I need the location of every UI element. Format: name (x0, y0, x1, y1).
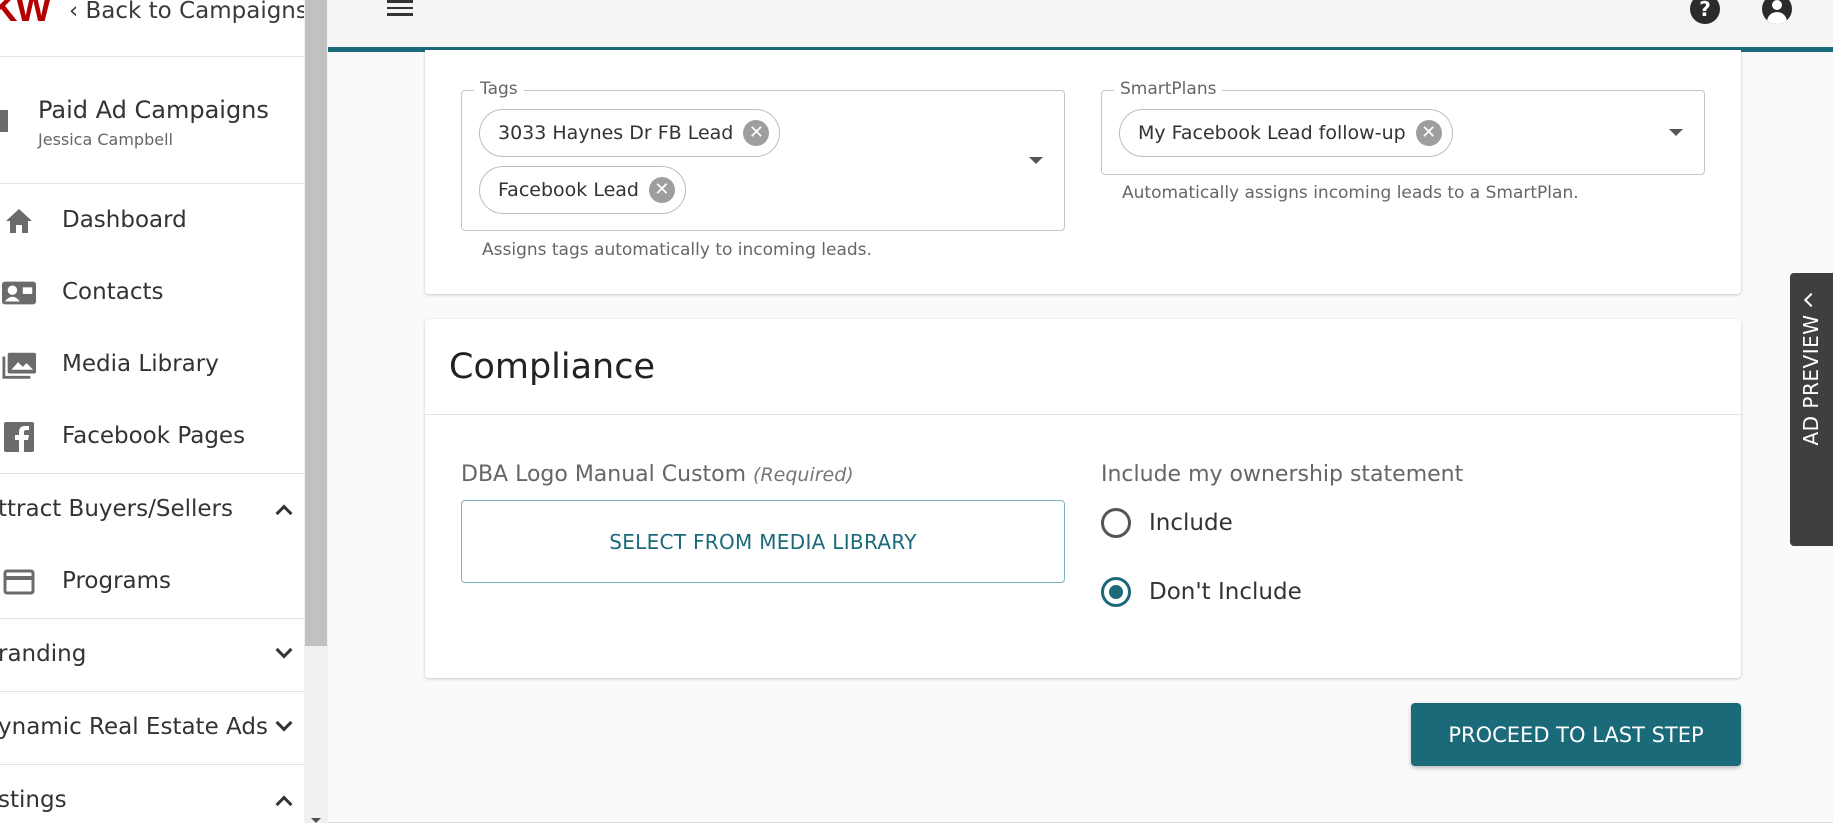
tags-helper-text: Assigns tags automatically to incoming l… (482, 240, 872, 260)
remove-chip-icon[interactable]: ✕ (743, 120, 770, 146)
chip-label: My Facebook Lead follow-up (1138, 122, 1406, 144)
sidebar: KW ‹ Back to Campaigns Paid Ad Campaigns… (0, 0, 304, 823)
sidebar-item-facebook-pages[interactable]: Facebook Pages (0, 401, 304, 473)
dont-include-radio-option[interactable]: Don't Include (1101, 572, 1302, 612)
ad-preview-tab[interactable]: AD PREVIEW (1790, 273, 1833, 546)
chevron-down-icon (275, 714, 293, 732)
help-icon[interactable]: ? (1690, 0, 1720, 24)
sidebar-item-label: Contacts (62, 279, 164, 305)
scroll-down-arrow-icon[interactable] (311, 818, 321, 823)
tag-chip: 3033 Haynes Dr FB Lead ✕ (479, 109, 781, 157)
photo-library-icon (2, 350, 36, 380)
credit-card-icon (2, 567, 36, 597)
menu-icon[interactable] (387, 0, 413, 16)
sidebar-item-label: Facebook Pages (62, 423, 246, 449)
sidebar-scrollbar-thumb[interactable] (305, 0, 327, 646)
dropdown-arrow-icon[interactable] (1669, 129, 1683, 136)
include-radio-option[interactable]: Include (1101, 503, 1233, 543)
campaign-header: Paid Ad Campaigns Jessica Campbell (0, 58, 304, 184)
sidebar-section-listings[interactable]: stings (0, 764, 304, 823)
campaign-owner: Jessica Campbell (38, 130, 173, 149)
compliance-title: Compliance (449, 347, 656, 387)
divider (425, 414, 1741, 415)
sidebar-item-label: Programs (62, 568, 172, 594)
select-from-media-library-button[interactable]: SELECT FROM MEDIA LIBRARY (461, 500, 1065, 583)
sidebar-item-contacts[interactable]: Contacts (0, 257, 304, 329)
sidebar-item-label: Media Library (62, 351, 219, 377)
smartplans-field[interactable]: SmartPlans My Facebook Lead follow-up ✕ (1101, 79, 1705, 175)
proceed-to-last-step-button[interactable]: PROCEED TO LAST STEP (1411, 703, 1741, 766)
sidebar-item-programs[interactable]: Programs (0, 546, 304, 618)
radio-label: Don't Include (1149, 579, 1302, 605)
top-header: ? (328, 0, 1833, 52)
building-icon (0, 110, 8, 132)
compliance-card: Compliance DBA Logo Manual Custom (Requi… (425, 319, 1741, 678)
dba-logo-label: DBA Logo Manual Custom (Required) (461, 462, 854, 487)
home-icon (2, 206, 36, 236)
chevron-up-icon (275, 504, 293, 522)
chevron-left-icon: ‹ (69, 0, 86, 24)
sidebar-top-row: KW ‹ Back to Campaigns (0, 0, 304, 57)
radio-unchecked-icon[interactable] (1101, 508, 1131, 538)
smartplan-chip: My Facebook Lead follow-up ✕ (1119, 109, 1453, 157)
sidebar-item-label: Dashboard (62, 207, 187, 233)
facebook-icon (2, 422, 36, 452)
chevron-up-icon (275, 795, 293, 813)
dropdown-arrow-icon[interactable] (1029, 157, 1043, 164)
sidebar-section-label: ynamic Real Estate Ads (0, 714, 268, 740)
contact-card-icon (2, 278, 36, 308)
chevron-left-icon (1803, 292, 1819, 308)
ownership-statement-label: Include my ownership statement (1101, 462, 1464, 487)
chip-label: Facebook Lead (498, 179, 639, 201)
sidebar-section-label: ttract Buyers/Sellers (0, 496, 233, 522)
chip-label: 3033 Haynes Dr FB Lead (498, 122, 734, 144)
sidebar-item-media-library[interactable]: Media Library (0, 329, 304, 401)
campaign-title: Paid Ad Campaigns (38, 96, 269, 124)
remove-chip-icon[interactable]: ✕ (648, 177, 675, 203)
chevron-down-icon (275, 641, 293, 659)
back-link-label: Back to Campaigns (85, 0, 304, 24)
smartplans-legend: SmartPlans (1114, 79, 1223, 99)
sidebar-section-label: stings (0, 787, 67, 813)
tag-chip: Facebook Lead ✕ (479, 166, 686, 214)
sidebar-section-dynamic-real-estate-ads[interactable]: ynamic Real Estate Ads (0, 691, 304, 764)
kw-logo: KW (0, 0, 51, 30)
account-icon[interactable] (1762, 0, 1792, 24)
tags-legend: Tags (474, 79, 524, 99)
radio-checked-icon[interactable] (1101, 577, 1131, 607)
ad-preview-label: AD PREVIEW (1799, 314, 1823, 446)
tags-field[interactable]: Tags 3033 Haynes Dr FB Lead ✕ Facebook L… (461, 79, 1065, 231)
sidebar-section-label: randing (0, 641, 87, 667)
required-indicator: (Required) (753, 464, 854, 486)
dba-logo-label-text: DBA Logo Manual Custom (461, 462, 747, 487)
remove-chip-icon[interactable]: ✕ (1415, 120, 1442, 146)
smartplans-helper-text: Automatically assigns incoming leads to … (1122, 183, 1579, 203)
sidebar-section-branding[interactable]: randing (0, 618, 304, 691)
radio-label: Include (1149, 510, 1233, 536)
lead-routing-card: Tags 3033 Haynes Dr FB Lead ✕ Facebook L… (425, 50, 1741, 294)
sidebar-section-attract-buyers-sellers[interactable]: ttract Buyers/Sellers (0, 473, 304, 546)
sidebar-item-dashboard[interactable]: Dashboard (0, 185, 304, 257)
